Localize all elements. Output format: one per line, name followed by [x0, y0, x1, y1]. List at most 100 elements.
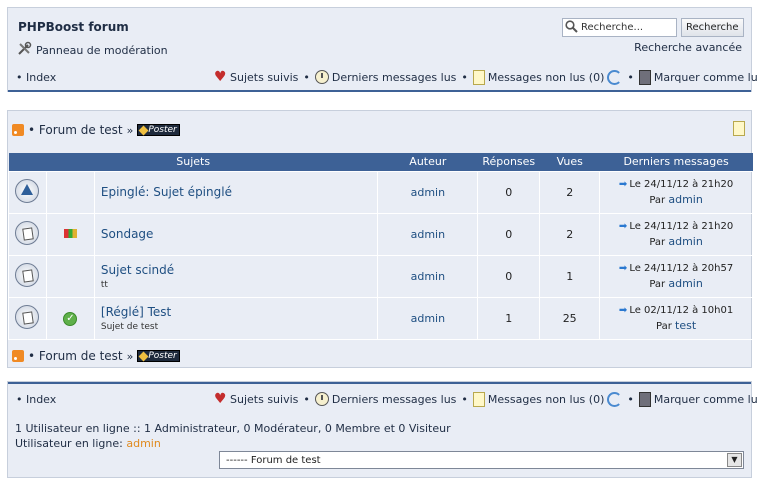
refresh-icon[interactable] — [607, 391, 623, 407]
note-icon — [472, 391, 485, 407]
new-topic-label: Poster — [148, 351, 177, 361]
breadcrumb-separator: » — [126, 349, 134, 363]
last-by-label: Par — [656, 320, 672, 332]
author-link[interactable]: admin — [411, 186, 445, 199]
heart-icon: ♥ — [214, 391, 227, 407]
goto-last-message-icon[interactable]: ➡ — [619, 305, 627, 316]
author-link[interactable]: admin — [411, 312, 445, 325]
forum-panel: • Forum de test » Poster Sujets Auteur R… — [7, 110, 753, 368]
topic-title-link[interactable]: Sujet scindé — [101, 263, 378, 277]
last-message-date: Le 24/11/12 à 21h20 — [629, 178, 734, 190]
last-user-link[interactable]: test — [675, 319, 696, 332]
nav-links: ♥ Sujets suivis • Derniers messages lus … — [214, 69, 758, 85]
index-link[interactable]: • Index — [16, 393, 56, 406]
index-link[interactable]: • Index — [16, 71, 56, 84]
forum-jump-select[interactable]: ------ Forum de test ▼ — [219, 451, 744, 469]
divider-bar — [8, 382, 751, 384]
rss-icon[interactable] — [12, 124, 24, 136]
moderation-panel-link[interactable]: Panneau de modération — [17, 41, 168, 59]
breadcrumb-separator: » — [126, 123, 134, 137]
col-header-views: Vues — [539, 153, 600, 171]
last-message-date: Le 24/11/12 à 21h20 — [629, 220, 734, 232]
moderation-panel-label: Panneau de modération — [36, 43, 168, 57]
col-header-subjects: Sujets — [8, 153, 378, 171]
col-header-replies: Réponses — [477, 153, 540, 171]
forum-jump-value: ------ Forum de test — [226, 454, 321, 466]
last-message-date: Le 24/11/12 à 20h57 — [629, 262, 734, 274]
followed-topics-link[interactable]: Sujets suivis — [230, 393, 298, 406]
followed-topics-link[interactable]: Sujets suivis — [230, 71, 298, 84]
mark-read-link[interactable]: Marquer comme lu — [654, 393, 758, 406]
search-icon — [565, 19, 578, 36]
topic-title-link[interactable]: [Réglé] Test — [101, 305, 378, 319]
online-users: Utilisateur en ligne: admin — [15, 437, 161, 450]
table-row: Sondage admin 0 2 ➡ Le 24/11/12 à 21h20 P… — [8, 212, 753, 256]
tools-icon — [17, 41, 32, 59]
topic-subtitle: tt — [100, 279, 108, 290]
forum-title-link[interactable]: • Forum de test — [28, 349, 123, 363]
unread-messages-link[interactable]: Messages non lus (0) — [488, 71, 604, 84]
replies-count: 1 — [505, 311, 513, 325]
views-count: 1 — [566, 269, 574, 283]
forum-site-title[interactable]: PHPBoost forum — [18, 20, 129, 34]
last-user-link[interactable]: admin — [668, 193, 702, 206]
search-input[interactable]: Recherche... — [562, 18, 677, 37]
topic-icon — [15, 262, 40, 287]
forum-title-link[interactable]: • Forum de test — [28, 123, 123, 137]
solved-check-icon: ✓ — [63, 311, 78, 326]
note-icon — [472, 69, 485, 85]
author-link[interactable]: admin — [411, 270, 445, 283]
topics-table: Sujets Auteur Réponses Vues Derniers mes… — [8, 153, 753, 340]
mark-read-link[interactable]: Marquer comme lu — [654, 71, 758, 84]
book-icon — [638, 391, 651, 407]
forum-footer: • Forum de test » Poster — [12, 349, 180, 363]
topic-icon — [15, 304, 40, 329]
search-button[interactable]: Recherche — [681, 18, 744, 37]
pinned-topic-icon — [15, 178, 40, 203]
refresh-icon[interactable] — [607, 69, 623, 85]
topic-subtitle: Sujet de test — [100, 321, 159, 332]
clock-icon — [314, 70, 329, 84]
online-user-link[interactable]: admin — [126, 437, 160, 450]
last-user-link[interactable]: admin — [668, 235, 702, 248]
top-panel: PHPBoost forum Panneau de modération Rec… — [7, 7, 758, 92]
replies-count: 0 — [505, 185, 513, 199]
topic-title-link[interactable]: Epinglé: Sujet épinglé — [101, 185, 378, 199]
new-topic-button[interactable]: Poster — [137, 350, 180, 362]
pencil-icon — [138, 125, 149, 135]
poll-icon — [63, 228, 77, 238]
book-icon — [638, 69, 651, 85]
author-link[interactable]: admin — [411, 228, 445, 241]
rss-icon[interactable] — [12, 350, 24, 362]
last-by-label: Par — [649, 236, 666, 248]
search-placeholder: Recherche... — [581, 22, 644, 33]
table-row: Epinglé: Sujet épinglé admin 0 2 ➡ Le 24/… — [8, 170, 753, 214]
divider-bar — [8, 90, 751, 92]
nav-separator: • — [303, 392, 310, 406]
online-summary: 1 Utilisateur en ligne :: 1 Administrate… — [15, 422, 451, 435]
bottom-panel: • Index ♥ Sujets suivis • Derniers messa… — [7, 381, 758, 478]
goto-last-message-icon[interactable]: ➡ — [619, 221, 627, 232]
last-read-link[interactable]: Derniers messages lus — [332, 393, 457, 406]
last-by-label: Par — [649, 194, 666, 206]
unread-messages-link[interactable]: Messages non lus (0) — [488, 393, 604, 406]
replies-count: 0 — [505, 269, 513, 283]
replies-count: 0 — [505, 227, 513, 241]
bottom-nav: • Index ♥ Sujets suivis • Derniers messa… — [8, 391, 758, 407]
new-message-icon[interactable] — [733, 121, 745, 136]
last-message-date: Le 02/11/12 à 10h01 — [629, 304, 734, 316]
last-user-link[interactable]: admin — [668, 277, 702, 290]
last-read-link[interactable]: Derniers messages lus — [332, 71, 457, 84]
goto-last-message-icon[interactable]: ➡ — [619, 179, 627, 190]
goto-last-message-icon[interactable]: ➡ — [619, 263, 627, 274]
new-topic-button[interactable]: Poster — [137, 124, 180, 136]
forum-header: • Forum de test » Poster — [12, 123, 180, 137]
top-nav: • Index ♥ Sujets suivis • Derniers messa… — [8, 69, 758, 85]
topic-icon — [15, 220, 40, 245]
nav-separator: • — [627, 392, 634, 406]
chevron-down-icon[interactable]: ▼ — [727, 453, 742, 467]
topic-title-link[interactable]: Sondage — [101, 227, 378, 241]
views-count: 2 — [566, 185, 574, 199]
advanced-search-link[interactable]: Recherche avancée — [634, 41, 742, 54]
pencil-icon — [138, 351, 149, 361]
